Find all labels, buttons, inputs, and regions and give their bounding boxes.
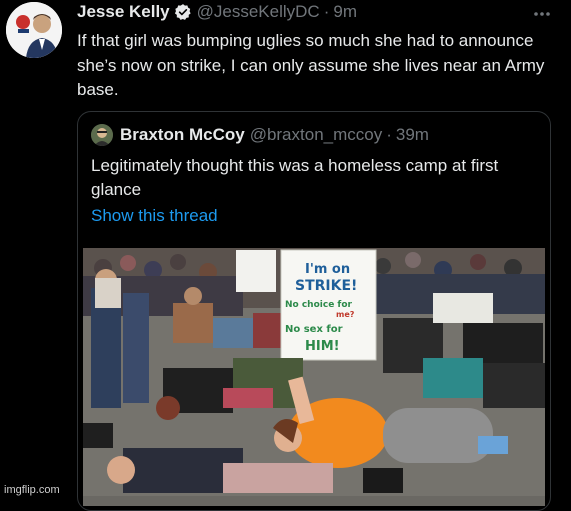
quoted-tweet-card[interactable]: Braxton McCoy @braxton_mccoy · 39m Legit… — [77, 111, 551, 511]
sign-line-1: I'm on — [305, 262, 350, 277]
author-name[interactable]: Jesse Kelly — [77, 2, 170, 22]
quoted-author-avatar[interactable] — [91, 124, 113, 146]
sign-line-5: No sex for — [285, 324, 343, 335]
separator-dot: · — [386, 125, 392, 144]
tweet-header: Jesse Kelly @JesseKellyDC · 9m — [77, 0, 357, 24]
quoted-tweet-text: Legitimately thought this was a homeless… — [91, 156, 499, 199]
sign-line-3: No choice for — [285, 300, 353, 310]
verified-badge-icon — [174, 3, 192, 21]
separator-dot: · — [323, 2, 330, 21]
show-thread-link[interactable]: Show this thread — [91, 206, 218, 226]
sign-line-2: STRIKE! — [295, 278, 357, 294]
sign-line-4: me? — [336, 310, 355, 319]
author-handle[interactable]: @JesseKellyDC — [197, 2, 320, 22]
more-horizontal-icon[interactable] — [533, 2, 551, 20]
watermark: imgflip.com — [4, 484, 60, 496]
quoted-author-name[interactable]: Braxton McCoy — [120, 125, 245, 145]
photo-illustration: I'm on STRIKE! No choice for me? No sex … — [83, 248, 545, 506]
sign-line-6: HIM! — [305, 339, 340, 354]
protest-photo[interactable]: I'm on STRIKE! No choice for me? No sex … — [83, 248, 545, 506]
tweet-timestamp[interactable]: 9m — [333, 2, 357, 22]
avatar-photo — [6, 2, 62, 58]
quoted-tweet-header: Braxton McCoy @braxton_mccoy · 39m — [91, 124, 429, 146]
quoted-tweet-timestamp[interactable]: 39m — [396, 125, 429, 145]
quoted-author-handle[interactable]: @braxton_mccoy — [250, 125, 383, 145]
author-avatar[interactable] — [6, 2, 62, 58]
tweet-text: If that girl was bumping uglies so much … — [77, 31, 545, 99]
